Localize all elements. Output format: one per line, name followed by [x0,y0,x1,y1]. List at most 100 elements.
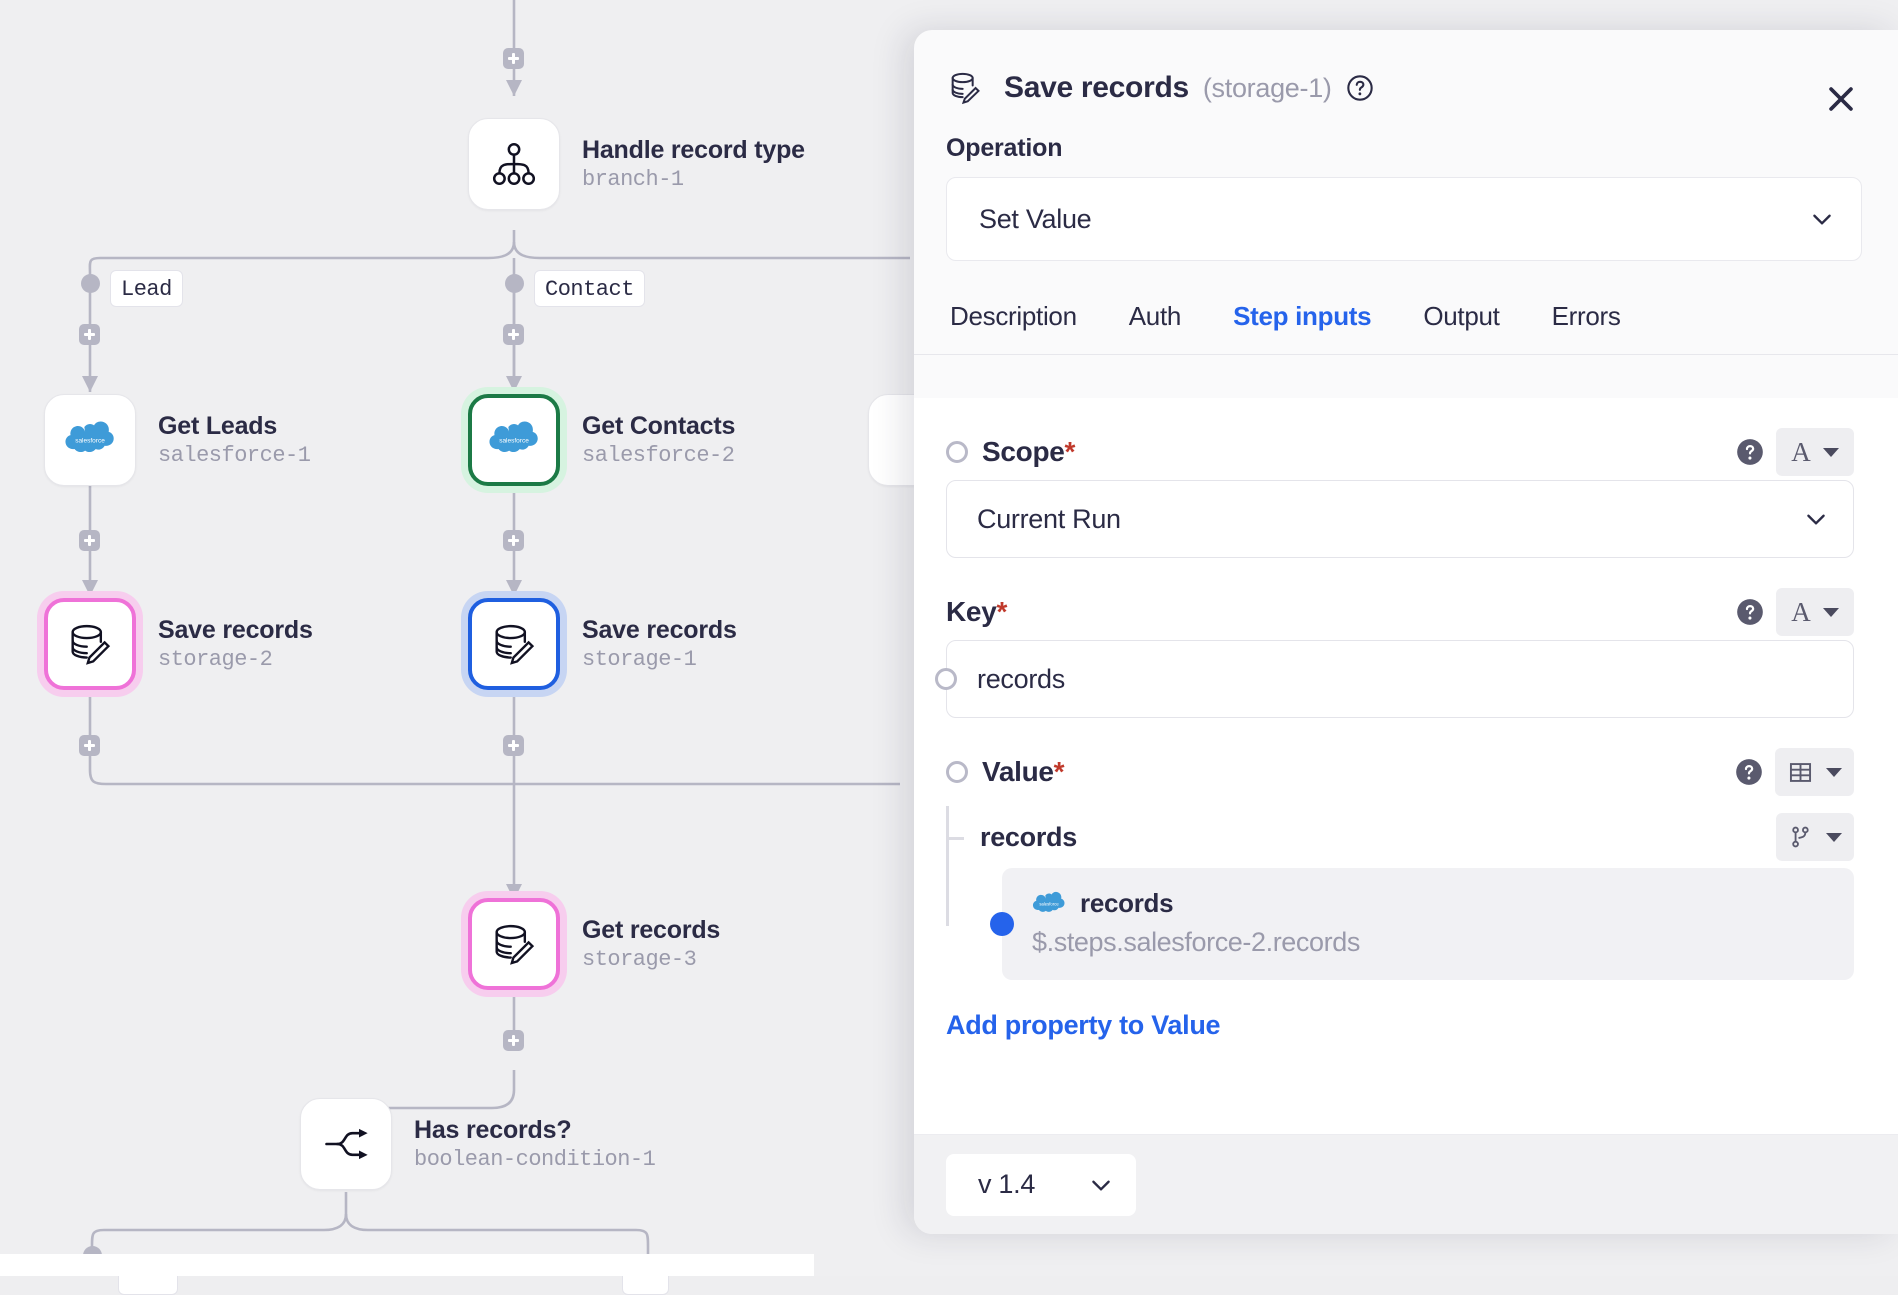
add-step-button[interactable] [503,324,524,345]
node-icon-box[interactable] [44,598,136,690]
key-input[interactable]: records [946,640,1854,718]
boolean-condition-icon [320,1118,372,1170]
branch-label-lead: Lead [110,270,183,307]
salesforce-icon: salesforce [64,420,116,460]
node-icon-box[interactable]: salesforce [468,394,560,486]
add-property-link[interactable]: Add property to Value [946,1010,1898,1041]
field-value-header: Value* [946,744,1854,800]
field-value: Value* [914,744,1898,980]
field-key-label: Key [946,596,996,628]
node-icon-box[interactable] [468,898,560,990]
node-labels: Get Leads salesforce-1 [158,412,310,469]
required-marker: * [1054,756,1065,788]
table-icon [1787,759,1814,786]
node-title: Handle record type [582,136,805,165]
add-step-button[interactable] [503,1030,524,1051]
field-key: Key* A records [914,584,1898,718]
node-subtitle: branch-1 [582,167,805,192]
node-title: Get Contacts [582,412,735,441]
field-value-label: Value [982,756,1054,788]
step-inputs-body[interactable]: Scope* A Current Run [914,398,1898,1134]
value-property-name: records [980,822,1077,853]
add-step-button[interactable] [503,48,524,69]
tab-step-inputs[interactable]: Step inputs [1233,301,1371,332]
branch-label-text: Contact [545,277,634,302]
node-title: Has records? [414,1116,655,1145]
field-key-header: Key* A [946,584,1854,640]
value-reference-card[interactable]: salesforce records $.steps.salesforce-2.… [1002,868,1854,980]
tab-output[interactable]: Output [1423,301,1499,332]
flow-node-storage-3[interactable]: Get records storage-3 [468,898,720,990]
tab-description[interactable]: Description [950,301,1077,332]
chevron-down-icon [1088,1172,1114,1198]
storage-edit-icon [946,68,986,108]
node-subtitle: salesforce-1 [158,443,310,468]
flow-node-storage-1[interactable]: Save records storage-1 [468,598,737,690]
bottom-overlay-strip [0,1254,814,1276]
chevron-down-icon [1826,768,1842,777]
field-binding-toggle[interactable] [946,761,968,783]
node-title: Save records [158,616,313,645]
branch-icon [489,139,539,189]
add-step-button[interactable] [79,324,100,345]
add-step-button[interactable] [79,530,100,551]
node-title: Get Leads [158,412,310,441]
flow-node-branch-1[interactable]: Handle record type branch-1 [468,118,805,210]
flow-node-salesforce-2[interactable]: salesforce Get Contacts salesforce-2 [468,394,735,486]
help-circle-icon[interactable] [1346,74,1374,102]
branch-label-text: Lead [121,277,172,302]
add-step-button[interactable] [503,530,524,551]
operation-value: Set Value [979,204,1091,235]
version-select[interactable]: v 1.4 [946,1154,1136,1216]
salesforce-icon: salesforce [1032,891,1066,917]
field-scope-header: Scope* A [946,424,1854,480]
operation-select[interactable]: Set Value [946,177,1862,261]
text-type-icon[interactable]: A [1776,588,1854,636]
panel-tabs[interactable]: Description Auth Step inputs Output Erro… [914,261,1898,355]
field-binding-toggle[interactable] [935,668,957,690]
operation-label: Operation [946,134,1898,163]
step-config-panel[interactable]: Save records (storage-1) Operation Set V… [914,30,1898,1234]
flow-node-storage-2[interactable]: Save records storage-2 [44,598,313,690]
scope-value: Current Run [977,504,1121,535]
close-icon[interactable] [1824,82,1858,116]
text-type-icon[interactable]: A [1776,428,1854,476]
node-subtitle: storage-1 [582,647,737,672]
add-step-button[interactable] [503,735,524,756]
node-icon-box[interactable] [468,598,560,690]
chevron-down-icon [1809,206,1835,232]
tab-auth[interactable]: Auth [1129,301,1181,332]
node-subtitle: boolean-condition-1 [414,1147,655,1172]
scope-select[interactable]: Current Run [946,480,1854,558]
field-scope-label: Scope [982,436,1065,468]
branch-dot [81,274,100,293]
object-type-icon[interactable] [1775,748,1854,796]
storage-edit-icon [488,918,540,970]
flow-node-boolean-condition-1[interactable]: Has records? boolean-condition-1 [300,1098,655,1190]
svg-text:salesforce: salesforce [1039,901,1059,906]
required-marker: * [996,596,1007,628]
node-icon-box[interactable] [468,118,560,210]
version-value: v 1.4 [978,1169,1035,1200]
panel-step-id: (storage-1) [1203,73,1332,104]
add-step-button[interactable] [79,735,100,756]
reference-path: $.steps.salesforce-2.records [1032,927,1830,958]
help-circle-icon[interactable] [1735,758,1763,786]
node-icon-box[interactable]: salesforce [44,394,136,486]
help-circle-icon[interactable] [1736,598,1764,626]
chevron-down-icon [1823,608,1839,617]
branch-type-icon[interactable] [1776,813,1854,861]
flow-node-salesforce-1[interactable]: salesforce Get Leads salesforce-1 [44,394,310,486]
field-binding-toggle[interactable] [946,441,968,463]
node-icon-box[interactable] [300,1098,392,1190]
required-marker: * [1065,436,1076,468]
type-glyph: A [1791,597,1811,628]
reference-name: records [1080,888,1173,919]
value-tree-row[interactable]: records [980,806,1854,868]
node-labels: Handle record type branch-1 [582,136,805,193]
help-circle-icon[interactable] [1736,438,1764,466]
tab-errors[interactable]: Errors [1552,301,1621,332]
node-labels: Has records? boolean-condition-1 [414,1116,655,1173]
node-title: Save records [582,616,737,645]
field-scope: Scope* A Current Run [914,424,1898,558]
